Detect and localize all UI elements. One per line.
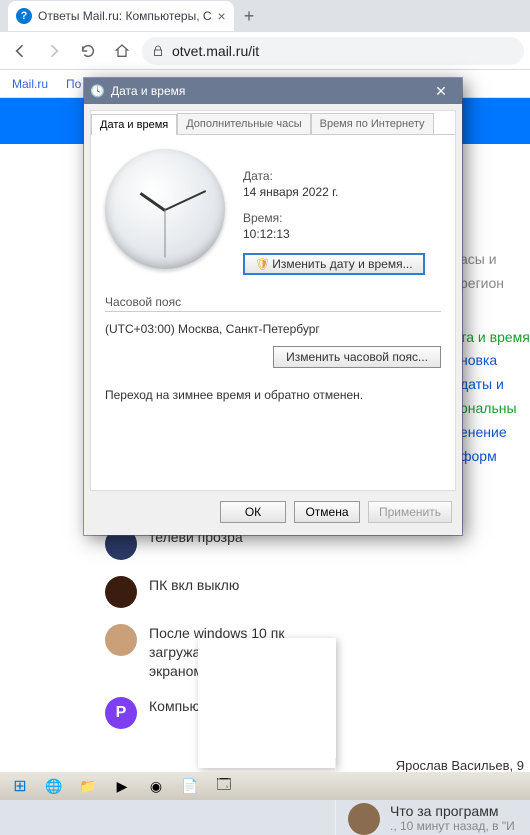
back-button[interactable]: [6, 37, 34, 65]
date-time-dialog: 🕓 Дата и время ✕ Дата и время Дополнител…: [84, 78, 462, 535]
side-link[interactable]: та и время: [460, 326, 530, 350]
taskbar-edge-icon[interactable]: 🌐: [38, 774, 70, 798]
address-bar-row: otvet.mail.ru/it: [0, 32, 530, 70]
address-bar[interactable]: otvet.mail.ru/it: [142, 37, 524, 65]
side-heading: асы и регион: [460, 248, 530, 296]
question-text: Что за программ: [390, 803, 515, 819]
ok-button[interactable]: ОК: [220, 501, 286, 523]
start-button[interactable]: ⊞: [4, 774, 36, 798]
dialog-titlebar[interactable]: 🕓 Дата и время ✕: [84, 78, 462, 104]
avatar: [348, 803, 380, 835]
bookmark-item[interactable]: Mail.ru: [12, 77, 48, 91]
taskbar-chrome-icon[interactable]: ◉: [140, 774, 172, 798]
taskbar-app-icon[interactable]: 🗔: [208, 774, 240, 798]
tab-additional-clocks[interactable]: Дополнительные часы: [177, 113, 310, 134]
home-button[interactable]: [108, 37, 136, 65]
feed-item[interactable]: ПК вкл выклю: [105, 576, 325, 608]
lock-icon: [152, 45, 164, 57]
timezone-heading: Часовой пояс: [105, 295, 441, 312]
date-value: 14 января 2022 г.: [243, 185, 425, 199]
taskbar: ⊞ 🌐 📁 ▶ ◉ 📄 🗔: [0, 772, 530, 800]
avatar: [105, 624, 137, 656]
dialog-footer: ОК Отмена Применить: [84, 491, 462, 535]
dst-note: Переход на зимнее время и обратно отмене…: [105, 388, 441, 402]
dialog-tabs: Дата и время Дополнительные часы Время п…: [91, 111, 455, 134]
analog-clock: [105, 149, 225, 269]
taskbar-explorer-icon[interactable]: 📁: [72, 774, 104, 798]
time-label: Время:: [243, 211, 425, 225]
change-date-time-button[interactable]: 🛡Изменить дату и время...: [243, 253, 425, 275]
url-text: otvet.mail.ru/it: [172, 43, 259, 59]
avatar: [105, 576, 137, 608]
hour-hand: [140, 192, 166, 212]
side-link[interactable]: новка даты и: [460, 349, 530, 397]
new-tab-button[interactable]: +: [244, 6, 255, 27]
tab-internet-time[interactable]: Время по Интернету: [311, 113, 434, 134]
ghost-panel: [198, 638, 336, 768]
time-value: 10:12:13: [243, 227, 425, 241]
tab-title: Ответы Mail.ru: Компьютеры, С: [38, 9, 212, 23]
close-button[interactable]: ✕: [426, 83, 456, 100]
favicon-icon: ?: [16, 8, 32, 24]
tab-strip: ? Ответы Mail.ru: Компьютеры, С × +: [0, 0, 530, 32]
browser-tab[interactable]: ? Ответы Mail.ru: Компьютеры, С ×: [8, 1, 234, 31]
forward-button[interactable]: [40, 37, 68, 65]
right-question[interactable]: Что за программ ., 10 минут назад, в "И: [348, 803, 530, 835]
bookmark-item[interactable]: По: [66, 77, 81, 91]
side-link[interactable]: ональны: [460, 397, 530, 421]
tab-date-time[interactable]: Дата и время: [91, 114, 177, 135]
second-hand: [165, 210, 166, 258]
reload-button[interactable]: [74, 37, 102, 65]
taskbar-app-icon[interactable]: 📄: [174, 774, 206, 798]
avatar: Р: [105, 697, 137, 729]
cancel-button[interactable]: Отмена: [294, 501, 360, 523]
author-name: Ярослав Васильев, 9: [348, 758, 530, 773]
dialog-title: Дата и время: [111, 84, 185, 98]
question-meta: ., 10 минут назад, в "И: [390, 819, 515, 833]
apply-button: Применить: [368, 501, 452, 523]
date-label: Дата:: [243, 169, 425, 183]
minute-hand: [165, 190, 207, 211]
clock-icon: 🕓: [90, 84, 105, 98]
timezone-value: (UTC+03:00) Москва, Санкт-Петербург: [105, 322, 441, 336]
side-links: асы и регион та и время новка даты и она…: [460, 248, 530, 468]
close-tab-icon[interactable]: ×: [218, 8, 226, 24]
taskbar-media-icon[interactable]: ▶: [106, 774, 138, 798]
feed-text: ПК вкл выклю: [149, 576, 239, 608]
change-timezone-button[interactable]: Изменить часовой пояс...: [273, 346, 441, 368]
side-link[interactable]: енение форм: [460, 421, 530, 469]
shield-icon: 🛡: [255, 257, 270, 271]
